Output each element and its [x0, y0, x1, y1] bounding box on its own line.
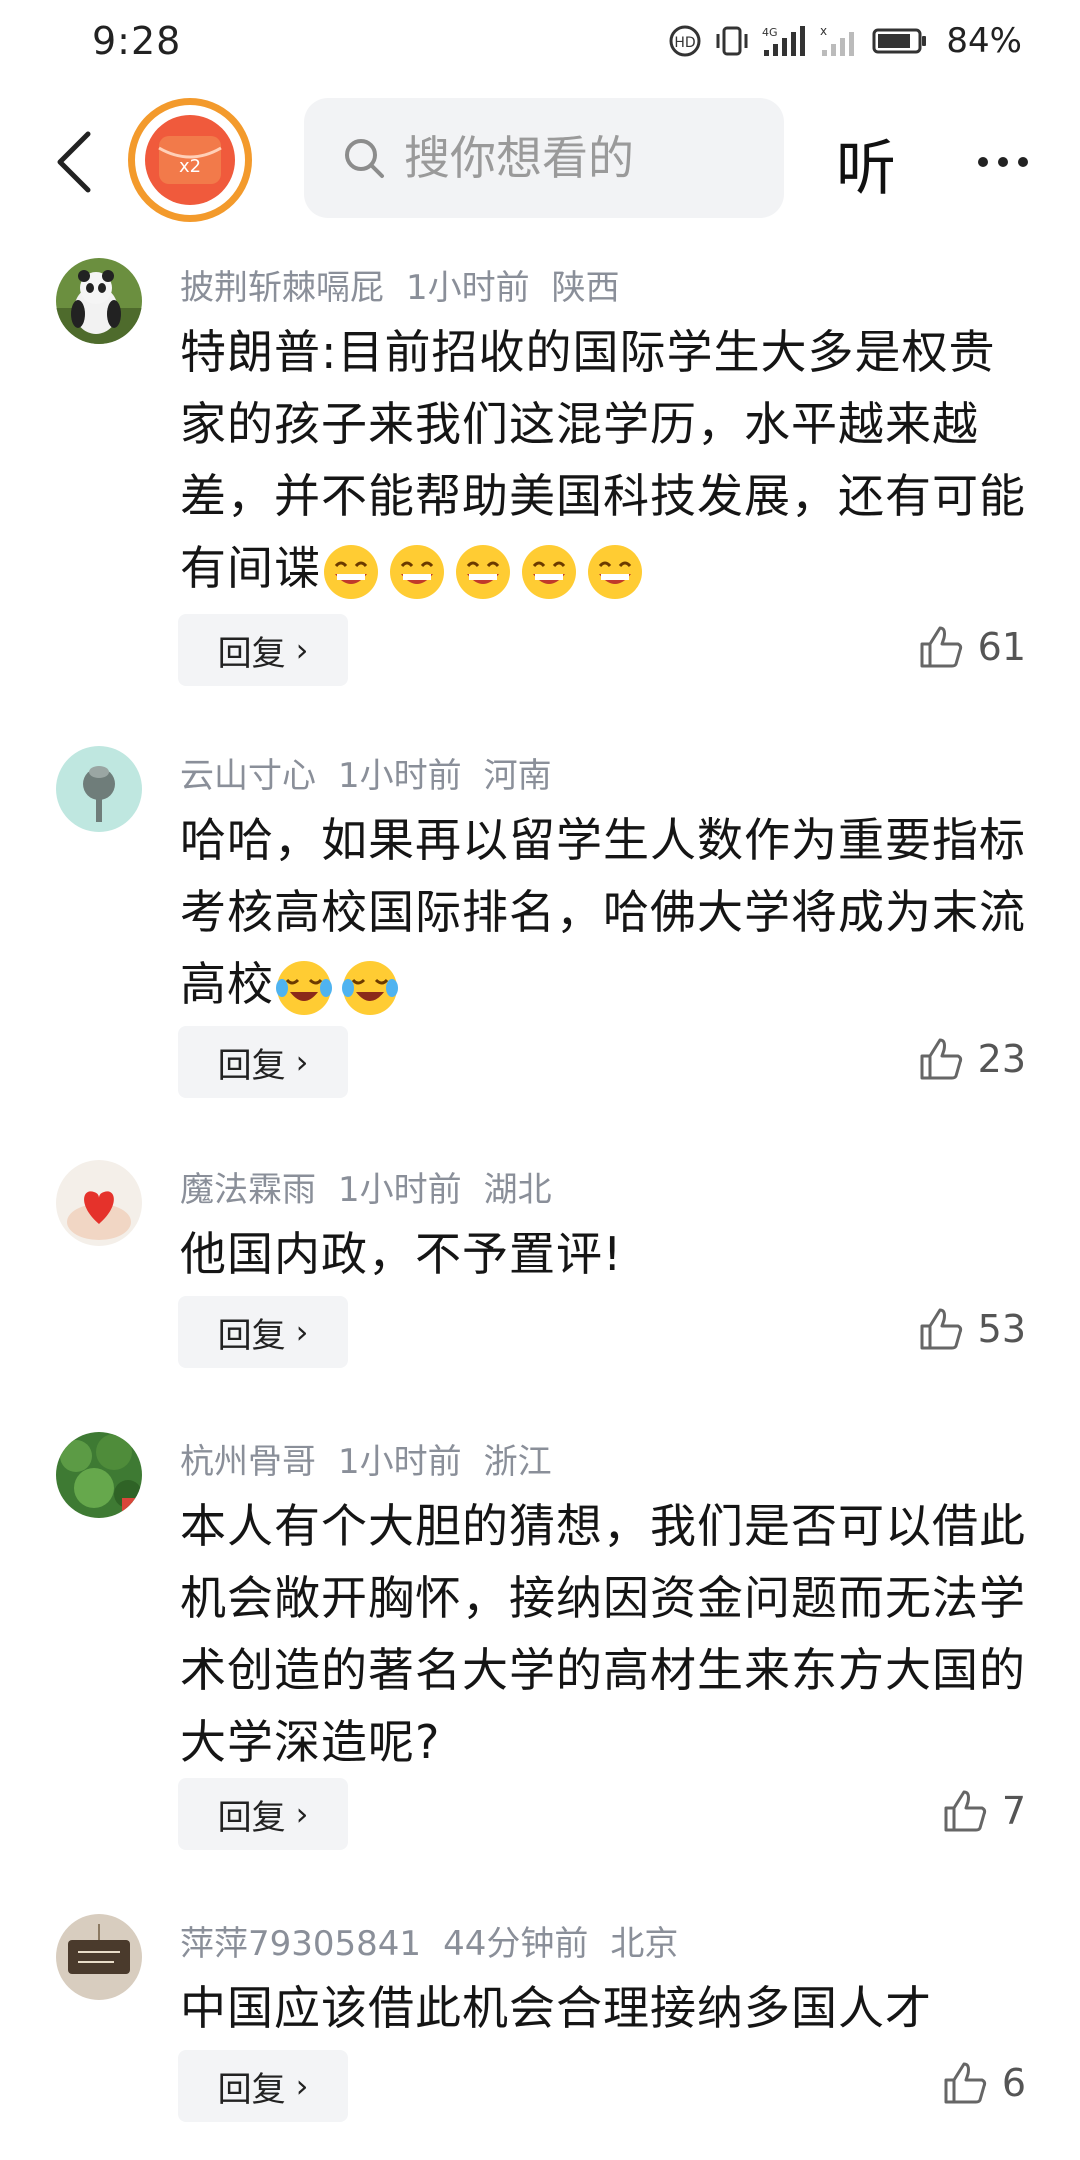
comment-body: 他国内政，不予置评!: [180, 1227, 623, 1281]
comment-meta: 云山寸心 1小时前 河南: [180, 748, 574, 797]
reply-label: 回复: [217, 1315, 286, 1356]
avatar[interactable]: [56, 746, 142, 832]
comment-text: 他国内政，不予置评!: [180, 1218, 1030, 1290]
thumbs-up-icon: [920, 1038, 962, 1080]
like-button[interactable]: 23: [918, 1036, 1026, 1082]
thumbs-up-icon: [920, 626, 962, 668]
username[interactable]: 杭州骨哥: [180, 1442, 316, 1482]
grin-emoji: [387, 541, 453, 599]
post-time: 1小时前: [406, 268, 530, 308]
hd-call-icon: HD: [668, 24, 702, 58]
thumbs-up-icon: [944, 1790, 986, 1832]
location: 河南: [483, 756, 552, 796]
username[interactable]: 萍萍79305841: [180, 1924, 421, 1964]
like-button[interactable]: 61: [918, 624, 1026, 670]
laugh-cry-emoji: [340, 957, 406, 1015]
avatar[interactable]: [56, 258, 142, 344]
like-button[interactable]: 6: [942, 2060, 1026, 2106]
comment-text: 本人有个大胆的猜想，我们是否可以借此机会敞开胸怀，接纳因资金问题而无法学术创造的…: [180, 1490, 1030, 1778]
comment-meta: 魔法霖雨 1小时前 湖北: [180, 1162, 574, 1211]
thumbs-up-icon: [920, 1308, 962, 1350]
username[interactable]: 披荆斩棘嗝屁: [180, 268, 384, 308]
like-button[interactable]: 53: [918, 1306, 1026, 1352]
avatar[interactable]: [56, 1432, 142, 1518]
comment-text: 哈哈，如果再以留学生人数作为重要指标考核高校国际排名，哈佛大学将成为末流高校: [180, 804, 1030, 1020]
top-bar: x2 听: [0, 92, 1080, 226]
reply-button[interactable]: 回复 ›: [178, 2050, 348, 2122]
status-time: 9:28: [92, 19, 182, 63]
signal-4g-icon: 4G: [762, 24, 808, 58]
vibrate-icon: [714, 24, 750, 58]
thumbs-up-icon: [944, 2062, 986, 2104]
grin-emoji: [453, 541, 519, 599]
svg-text:4G: 4G: [762, 26, 778, 39]
laugh-cry-emoji: [274, 957, 340, 1015]
avatar[interactable]: [56, 1914, 142, 2000]
chevron-right-icon: ›: [295, 1043, 309, 1081]
reply-button[interactable]: 回复 ›: [178, 1296, 348, 1368]
reply-button[interactable]: 回复 ›: [178, 614, 348, 686]
comment-text: 中国应该借此机会合理接纳多国人才: [180, 1972, 1030, 2044]
like-count: 23: [977, 1037, 1026, 1081]
like-count: 6: [1001, 2061, 1026, 2105]
reply-label: 回复: [217, 2069, 286, 2110]
reply-label: 回复: [217, 1797, 286, 1838]
like-count: 61: [977, 625, 1026, 669]
red-envelope-promo-button[interactable]: x2: [128, 98, 252, 222]
chevron-right-icon: ›: [295, 1313, 309, 1351]
location: 湖北: [483, 1170, 552, 1210]
reply-label: 回复: [217, 1045, 286, 1086]
red-envelope-icon: x2: [145, 115, 235, 205]
status-icons: HD 4G x 84%: [668, 21, 1022, 61]
more-options-icon[interactable]: [968, 132, 1038, 192]
promo-label: x2: [179, 156, 201, 177]
signal-icon: x: [820, 24, 860, 58]
reply-label: 回复: [217, 633, 286, 674]
reply-button[interactable]: 回复 ›: [178, 1778, 348, 1850]
location: 北京: [610, 1924, 679, 1964]
comment-meta: 萍萍79305841 44分钟前 北京: [180, 1916, 700, 1965]
avatar[interactable]: [56, 1160, 142, 1246]
battery-icon: [872, 24, 928, 58]
comment-body: 本人有个大胆的猜想，我们是否可以借此机会敞开胸怀，接纳因资金问题而无法学术创造的…: [180, 1499, 1026, 1769]
reply-button[interactable]: 回复 ›: [178, 1026, 348, 1098]
grin-emoji: [585, 541, 651, 599]
grin-emoji: [519, 541, 585, 599]
back-button[interactable]: [44, 122, 104, 202]
listen-button[interactable]: 听: [836, 120, 896, 207]
chevron-right-icon: ›: [295, 631, 309, 669]
status-bar: 9:28 HD 4G x 84%: [0, 0, 1080, 82]
comment-text: 特朗普:目前招收的国际学生大多是权贵家的孩子来我们这混学历，水平越来越差，并不能…: [180, 316, 1030, 604]
chevron-right-icon: ›: [295, 2067, 309, 2105]
back-arrow-icon: [57, 131, 91, 193]
search-box[interactable]: [304, 98, 784, 218]
svg-text:x: x: [820, 24, 827, 38]
post-time: 1小时前: [338, 1442, 462, 1482]
like-count: 53: [977, 1307, 1026, 1351]
comment-meta: 杭州骨哥 1小时前 浙江: [180, 1434, 574, 1483]
like-button[interactable]: 7: [942, 1788, 1026, 1834]
comment-meta: 披荆斩棘嗝屁 1小时前 陕西: [180, 260, 642, 309]
post-time: 1小时前: [338, 756, 462, 796]
post-time: 1小时前: [338, 1170, 462, 1210]
username[interactable]: 云山寸心: [180, 756, 316, 796]
search-icon: [345, 139, 384, 178]
location: 陕西: [551, 268, 620, 308]
chevron-right-icon: ›: [295, 1795, 309, 1833]
like-count: 7: [1001, 1789, 1026, 1833]
location: 浙江: [483, 1442, 552, 1482]
search-input[interactable]: [404, 131, 764, 185]
battery-percent: 84%: [946, 21, 1022, 61]
grin-emoji: [321, 541, 387, 599]
comment-body: 中国应该借此机会合理接纳多国人才: [180, 1981, 932, 2035]
username[interactable]: 魔法霖雨: [180, 1170, 316, 1210]
svg-text:HD: HD: [675, 35, 696, 51]
post-time: 44分钟前: [443, 1924, 589, 1964]
